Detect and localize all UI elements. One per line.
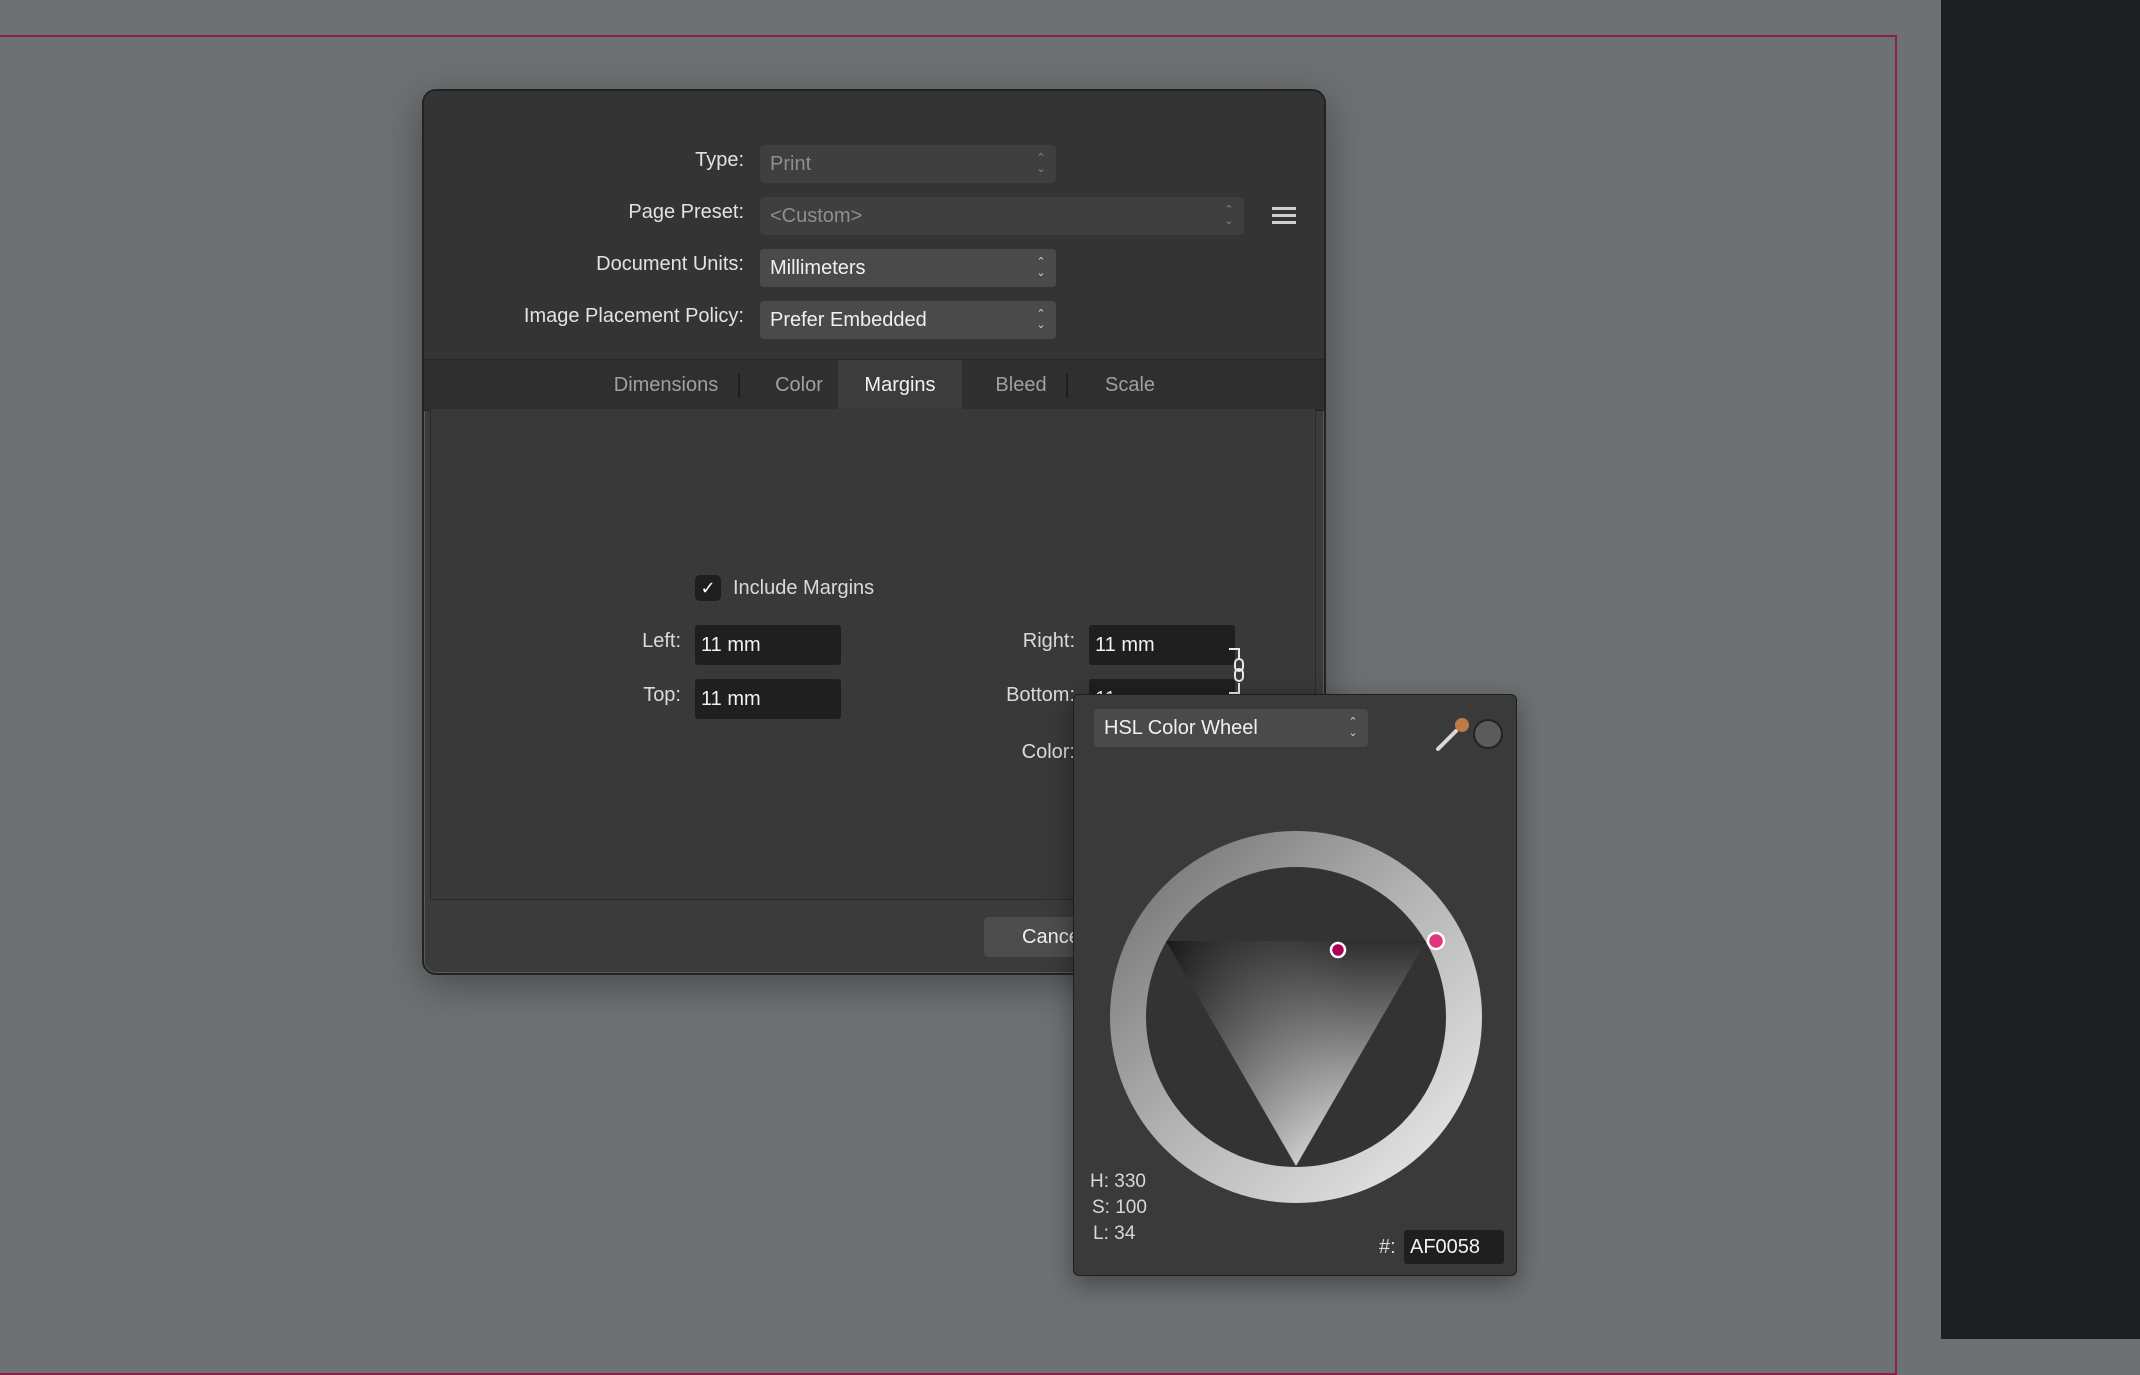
tab-bar: Dimensions Color Margins Bleed Scale: [424, 359, 1324, 411]
hsl-readout: H: 330 S: 100 L: 34: [1090, 1169, 1147, 1247]
tab-margins[interactable]: Margins: [838, 360, 962, 410]
chain-link-icon[interactable]: [1227, 645, 1251, 697]
stepper-chevron-icon: ⌃ ⌄: [1224, 204, 1234, 227]
type-label: Type:: [695, 149, 744, 171]
image-placement-select[interactable]: Prefer Embedded ⌃ ⌄: [760, 301, 1056, 339]
hex-label: #:: [1379, 1236, 1396, 1258]
right-label: Right:: [1022, 630, 1075, 652]
document-units-value: Millimeters: [770, 257, 866, 279]
hsl-color-wheel[interactable]: [1110, 831, 1482, 1203]
tab-separator: [1066, 374, 1068, 398]
color-picker-popover: HSL Color Wheel ⌃ ⌄ H: 330 S: 100 L: 34 …: [1073, 694, 1517, 1276]
preset-menu-icon[interactable]: [1272, 204, 1296, 226]
type-select: Print ⌃ ⌄: [760, 145, 1056, 183]
type-value: Print: [770, 153, 812, 175]
include-margins-checkbox[interactable]: ✓: [695, 575, 721, 601]
color-preview-icon: [1473, 719, 1503, 749]
stepper-chevron-icon: ⌃ ⌄: [1036, 256, 1046, 279]
lightness-value: L: 34: [1093, 1223, 1136, 1244]
hue-handle[interactable]: [1426, 931, 1446, 951]
page-preset-select: <Custom> ⌃ ⌄: [760, 197, 1244, 235]
top-label: Top:: [643, 684, 681, 706]
top-margin-input[interactable]: 11 mm: [695, 679, 841, 719]
saturation-lightness-handle[interactable]: [1329, 941, 1347, 959]
color-model-select[interactable]: HSL Color Wheel ⌃ ⌄: [1094, 709, 1368, 747]
tab-separator: [738, 374, 740, 398]
image-placement-label: Image Placement Policy:: [523, 305, 744, 327]
tab-bleed[interactable]: Bleed: [964, 360, 1078, 410]
tab-scale[interactable]: Scale: [1074, 360, 1186, 410]
hex-input[interactable]: AF0058: [1404, 1230, 1504, 1264]
left-label: Left:: [642, 630, 681, 652]
right-margin-input[interactable]: 11 mm: [1089, 625, 1235, 665]
color-label: Color:: [1021, 741, 1075, 763]
bottom-label: Bottom:: [1006, 684, 1075, 706]
include-margins-label: Include Margins: [733, 577, 875, 599]
page-preset-label: Page Preset:: [628, 201, 744, 223]
tab-dimensions[interactable]: Dimensions: [596, 360, 736, 410]
hue-value: H: 330: [1090, 1171, 1146, 1192]
stepper-chevron-icon: ⌃ ⌄: [1348, 716, 1358, 739]
saturation-value: S: 100: [1092, 1197, 1147, 1218]
stepper-chevron-icon: ⌃ ⌄: [1036, 152, 1046, 175]
document-units-label: Document Units:: [596, 253, 744, 275]
page-preset-value: <Custom>: [770, 205, 863, 227]
eyedropper-icon[interactable]: [1432, 713, 1474, 755]
stepper-chevron-icon: ⌃ ⌄: [1036, 308, 1046, 331]
color-model-value: HSL Color Wheel: [1104, 717, 1258, 739]
document-units-select[interactable]: Millimeters ⌃ ⌄: [760, 249, 1056, 287]
right-studio-panel: [1941, 0, 2140, 1339]
left-margin-input[interactable]: 11 mm: [695, 625, 841, 665]
image-placement-value: Prefer Embedded: [770, 309, 927, 331]
